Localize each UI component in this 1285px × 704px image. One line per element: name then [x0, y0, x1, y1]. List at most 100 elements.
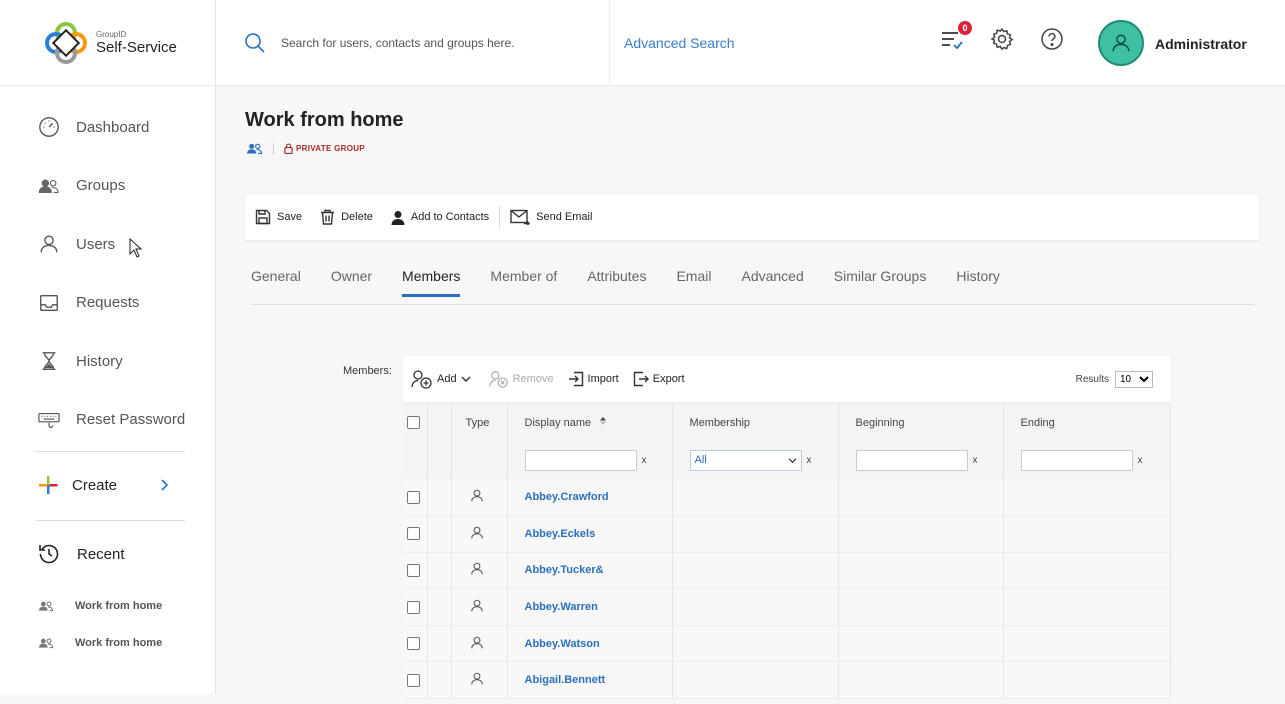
display-name-filter-input[interactable] — [524, 449, 637, 471]
sidebar-item-label: Users — [76, 235, 116, 253]
select-all-checkbox[interactable] — [407, 416, 420, 429]
notifications-button[interactable]: 0 — [940, 21, 972, 51]
membership-filter-select[interactable]: All — [689, 449, 802, 471]
search-icon[interactable] — [244, 32, 266, 54]
user-name[interactable]: Administrator — [1155, 36, 1247, 52]
avatar[interactable] — [1098, 20, 1144, 66]
beginning-filter-input[interactable] — [855, 449, 968, 471]
row-checkbox[interactable] — [407, 600, 420, 614]
member-display-name[interactable]: Abigail.Bennett — [507, 661, 673, 700]
member-display-name[interactable]: Abbey.Watson — [507, 625, 673, 663]
table-row[interactable]: Abbey.Warren — [403, 588, 1171, 626]
delete-label: Delete — [341, 211, 373, 223]
table-row[interactable]: Abigail.Bennett — [403, 661, 1171, 700]
tab-general[interactable]: General — [251, 264, 301, 305]
clear-filter-button[interactable]: x — [642, 455, 647, 466]
recent-item[interactable]: Work from home — [0, 587, 215, 624]
table-header-row: Type Display name Membership Beginning E… — [403, 404, 1171, 441]
sidebar-item-requests[interactable]: Requests — [0, 274, 215, 333]
column-header-beginning[interactable]: Beginning — [838, 404, 1004, 441]
import-button[interactable]: Import — [568, 371, 619, 387]
user-icon — [40, 235, 58, 253]
row-checkbox[interactable] — [407, 490, 420, 504]
add-to-contacts-label: Add to Contacts — [410, 211, 490, 223]
recent-section: Recent — [0, 521, 215, 587]
user-icon — [1112, 34, 1130, 52]
export-button[interactable]: Export — [633, 371, 685, 387]
notification-badge: 0 — [958, 21, 972, 35]
toolbar-separator — [499, 206, 501, 228]
sidebar-item-users[interactable]: Users — [0, 215, 215, 274]
member-display-name[interactable]: Abbey.Tucker& — [507, 552, 673, 590]
groups-icon — [247, 143, 263, 155]
add-label: Add — [437, 373, 457, 385]
sidebar-item-groups[interactable]: Groups — [0, 157, 215, 216]
clear-filter-button[interactable]: x — [1138, 455, 1143, 466]
save-icon — [255, 209, 271, 225]
tab-advanced[interactable]: Advanced — [741, 264, 803, 305]
chevron-right-icon — [161, 479, 169, 491]
top-bar: Advanced Search 0 Administrator — [216, 0, 1285, 86]
row-checkbox[interactable] — [407, 637, 420, 651]
remove-user-icon — [488, 371, 508, 388]
row-checkbox[interactable] — [407, 673, 420, 687]
members-grid: Add Remove Import Export Results 10 Type… — [403, 356, 1171, 700]
add-member-button[interactable]: Add — [411, 369, 475, 389]
sidebar-item-dashboard[interactable]: Dashboard — [0, 98, 215, 157]
tab-members[interactable]: Members — [402, 264, 461, 297]
results-select[interactable]: 10 — [1115, 371, 1153, 388]
recent-label: Recent — [77, 545, 125, 563]
member-display-name[interactable]: Abbey.Crawford — [507, 479, 673, 517]
table-row[interactable]: Abbey.Watson — [403, 625, 1171, 663]
send-email-button[interactable]: Send Email — [510, 209, 592, 225]
help-button[interactable] — [1040, 27, 1064, 51]
action-toolbar: Save Delete Add to Contacts Send Email — [245, 194, 1259, 240]
tab-history[interactable]: History — [956, 264, 1000, 305]
add-to-contacts-button[interactable]: Add to Contacts — [391, 210, 489, 225]
member-display-name[interactable]: Abbey.Eckels — [507, 515, 673, 553]
clear-filter-button[interactable]: x — [973, 455, 978, 466]
recent-item[interactable]: Work from home — [0, 624, 215, 661]
contact-icon — [391, 210, 405, 225]
column-header-membership[interactable]: Membership — [672, 404, 839, 441]
display-name-header-label: Display name — [524, 417, 592, 429]
save-button[interactable]: Save — [255, 209, 302, 225]
ending-filter-input[interactable] — [1020, 449, 1133, 471]
tab-owner[interactable]: Owner — [331, 264, 372, 305]
advanced-search-link[interactable]: Advanced Search — [624, 35, 735, 51]
column-header-ending[interactable]: Ending — [1003, 404, 1171, 441]
column-header-display-name[interactable]: Display name — [507, 404, 673, 441]
groups-icon — [38, 179, 59, 193]
user-icon — [470, 672, 483, 685]
table-row[interactable]: Abbey.Eckels — [403, 515, 1171, 553]
tab-email[interactable]: Email — [676, 264, 711, 305]
envelope-icon — [510, 209, 531, 225]
row-checkbox[interactable] — [407, 563, 420, 577]
delete-button[interactable]: Delete — [320, 209, 373, 225]
table-row[interactable]: Abbey.Crawford — [403, 479, 1171, 517]
membership-filter-value: All — [694, 454, 707, 466]
row-checkbox[interactable] — [407, 527, 420, 541]
tab-member-of[interactable]: Member of — [490, 264, 557, 305]
member-display-name[interactable]: Abbey.Warren — [507, 588, 673, 626]
tab-similar-groups[interactable]: Similar Groups — [834, 264, 927, 305]
sidebar-item-history[interactable]: History — [0, 332, 215, 391]
sidebar-item-label: Reset Password — [76, 411, 186, 429]
logo[interactable]: GroupID Self-Service — [0, 0, 215, 86]
create-button[interactable]: Create — [0, 452, 215, 518]
table-row[interactable]: Abbey.Tucker& — [403, 552, 1171, 590]
add-user-icon — [411, 370, 432, 389]
page-title: Work from home — [245, 109, 404, 131]
user-icon — [470, 489, 483, 502]
remove-member-button[interactable]: Remove — [488, 369, 554, 389]
recent-icon — [39, 544, 59, 564]
members-table: Type Display name Membership Beginning E… — [403, 404, 1171, 700]
sidebar-nav: Dashboard Groups Users Requests History … — [0, 86, 215, 449]
sidebar-item-label: Dashboard — [76, 118, 150, 136]
tab-attributes[interactable]: Attributes — [587, 264, 646, 305]
search-input[interactable] — [281, 36, 601, 50]
clear-filter-button[interactable]: x — [807, 455, 812, 466]
column-header-type[interactable]: Type — [451, 404, 508, 441]
sidebar-item-reset-password[interactable]: Reset Password — [0, 391, 215, 450]
settings-button[interactable] — [990, 27, 1014, 51]
